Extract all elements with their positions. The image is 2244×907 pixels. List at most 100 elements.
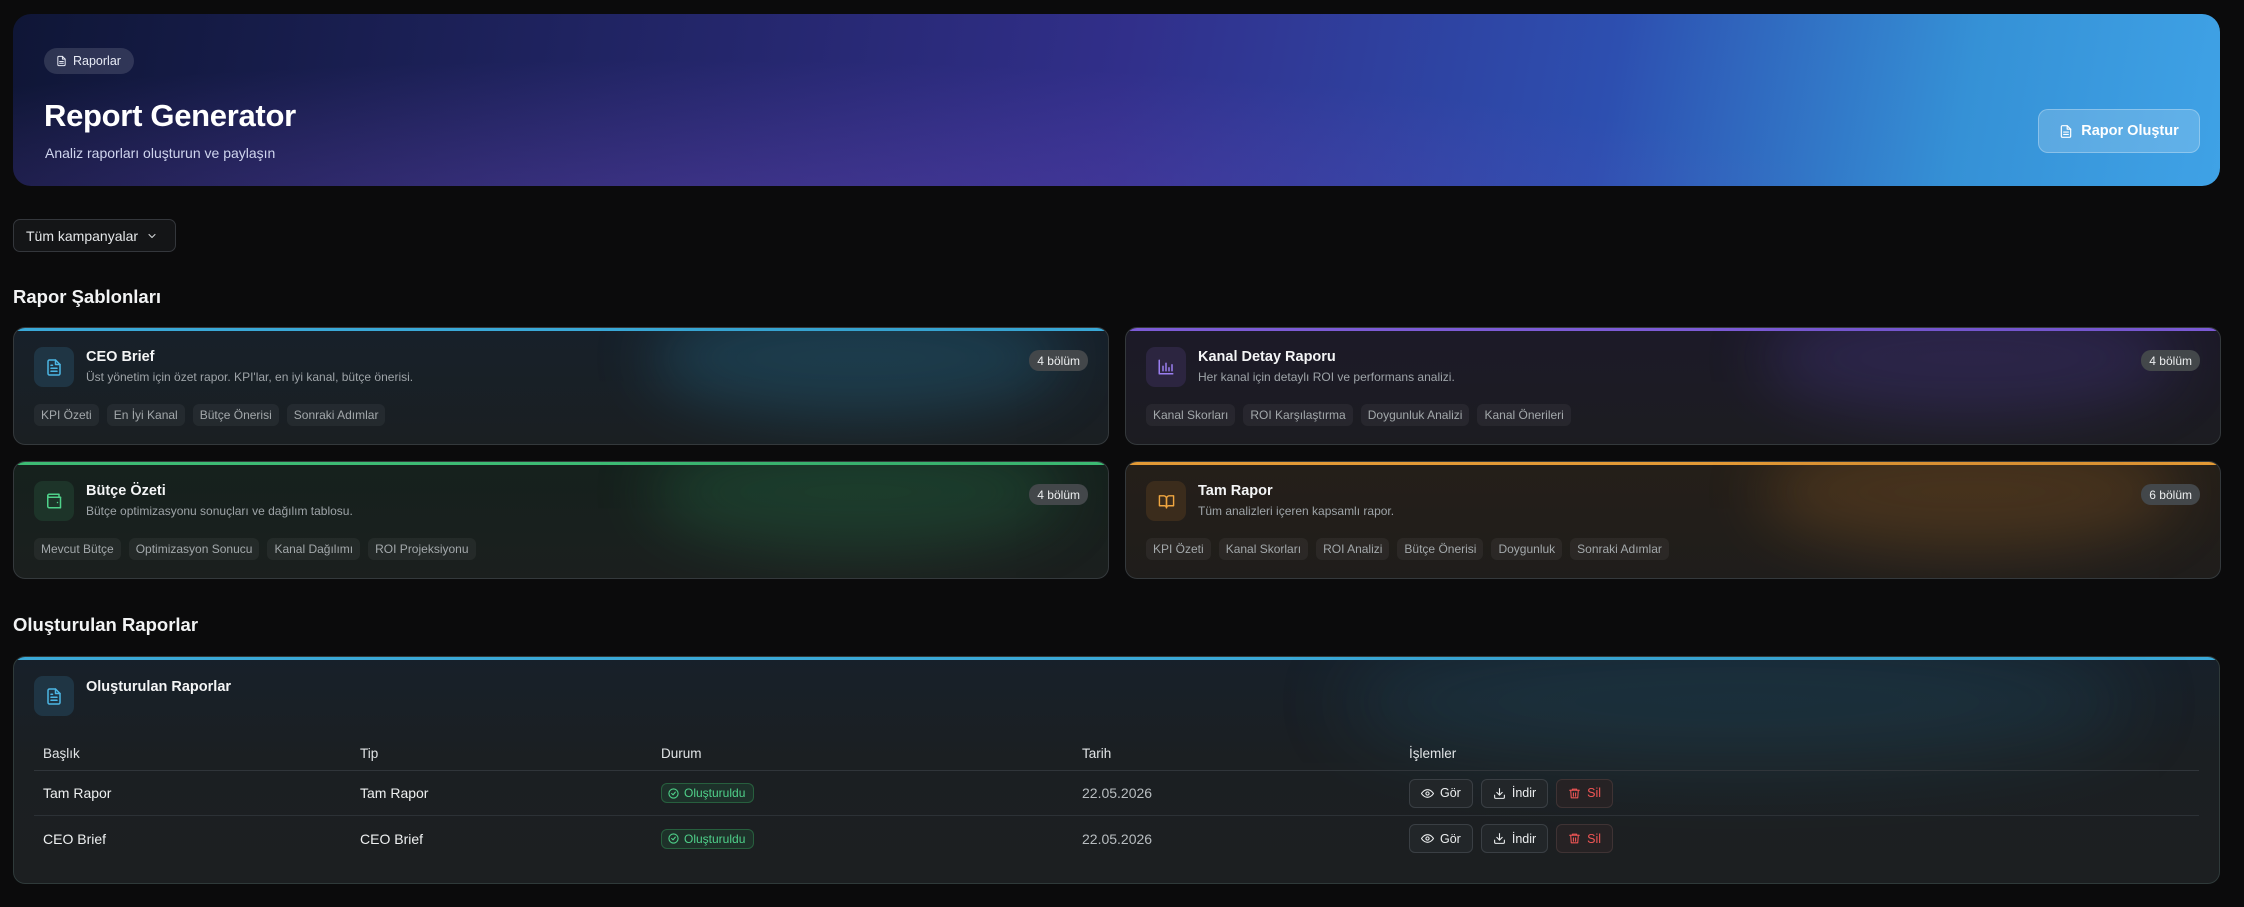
tag: Sonraki Adımlar xyxy=(1570,538,1669,560)
document-icon xyxy=(34,676,74,716)
view-button[interactable]: Gör xyxy=(1409,824,1473,853)
templates-section-title: Rapor Şablonları xyxy=(13,286,162,307)
section-count-badge: 4 bölüm xyxy=(2141,350,2200,371)
column-header: Tarih xyxy=(1082,745,1112,761)
bar-chart-icon xyxy=(1146,347,1186,387)
tag: ROI Karşılaştırma xyxy=(1243,404,1353,426)
tag: En İyi Kanal xyxy=(106,404,185,426)
status-badge: Oluşturuldu xyxy=(661,828,755,849)
reports-table: Başlık Tip Durum Tarih İşlemler Tam Rapo… xyxy=(34,736,2199,861)
table-row: CEO Brief CEO Brief Oluşturuldu 22.05.20… xyxy=(34,816,2199,861)
delete-label: Sil xyxy=(1587,831,1602,846)
download-button[interactable]: İndir xyxy=(1480,778,1549,808)
reports-section-title: Oluşturulan Raporlar xyxy=(13,614,199,635)
create-report-label: Rapor Oluştur xyxy=(2081,123,2179,139)
tag: Kanal Skorları xyxy=(1146,404,1236,426)
report-date: 22.05.2026 xyxy=(1082,830,1153,847)
column-header: Tip xyxy=(360,745,379,761)
card-tags: KPI Özeti Kanal Skorları ROI Analizi Büt… xyxy=(1146,538,1669,560)
template-card-tam-rapor[interactable]: Tam Rapor Tüm analizleri içeren kapsamlı… xyxy=(1125,461,2221,579)
book-icon xyxy=(1146,481,1186,521)
tag: Doygunluk Analizi xyxy=(1360,404,1470,426)
hero-banner: Raporlar Report Generator Analiz raporla… xyxy=(13,14,2220,186)
panel-title: Oluşturulan Raporlar xyxy=(86,679,232,695)
report-title: Tam Rapor xyxy=(43,785,112,801)
template-card-ceo-brief[interactable]: CEO Brief Üst yönetim için özet rapor. K… xyxy=(13,327,1109,445)
card-title: Kanal Detay Raporu xyxy=(1198,349,1336,365)
tag: Kanal Dağılımı xyxy=(267,538,361,560)
tag: Kanal Skorları xyxy=(1218,538,1309,560)
tag: Sonraki Adımlar xyxy=(286,404,386,426)
template-card-kanal-detay[interactable]: Kanal Detay Raporu Her kanal için detayl… xyxy=(1125,327,2221,445)
tag: KPI Özeti xyxy=(1146,538,1211,560)
document-icon xyxy=(2059,124,2073,139)
document-icon xyxy=(56,55,67,67)
download-button[interactable]: İndir xyxy=(1480,824,1549,853)
breadcrumb-label: Raporlar xyxy=(73,54,121,68)
document-icon xyxy=(34,347,74,387)
campaign-filter-value: Tüm kampanyalar xyxy=(26,227,139,244)
tag: Kanal Önerileri xyxy=(1477,404,1571,426)
section-count-badge: 6 bölüm xyxy=(2141,484,2200,505)
view-button[interactable]: Gör xyxy=(1409,778,1473,808)
trash-icon xyxy=(1568,787,1581,800)
card-tags: Kanal Skorları ROI Karşılaştırma Doygunl… xyxy=(1146,404,1571,426)
tag: KPI Özeti xyxy=(34,404,99,426)
card-tags: Mevcut Bütçe Optimizasyon Sonucu Kanal D… xyxy=(34,538,476,560)
tag: Optimizasyon Sonucu xyxy=(128,538,260,560)
column-header: Durum xyxy=(661,745,702,761)
trash-icon xyxy=(1568,832,1581,845)
tag: ROI Analizi xyxy=(1316,538,1390,560)
card-tags: KPI Özeti En İyi Kanal Bütçe Önerisi Son… xyxy=(34,404,386,426)
report-date: 22.05.2026 xyxy=(1082,785,1153,801)
card-description: Her kanal için detaylı ROI ve performans… xyxy=(1198,370,1455,384)
tag: Bütçe Önerisi xyxy=(192,404,279,426)
card-description: Bütçe optimizasyonu sonuçları ve dağılım… xyxy=(86,504,353,518)
tag: Mevcut Bütçe xyxy=(34,538,121,560)
page-subtitle: Analiz raporları oluşturun ve paylaşın xyxy=(45,145,276,161)
report-type: CEO Brief xyxy=(360,830,424,847)
column-header: Başlık xyxy=(43,745,80,761)
download-icon xyxy=(1493,832,1506,845)
breadcrumb[interactable]: Raporlar xyxy=(44,48,134,74)
card-description: Tüm analizleri içeren kapsamlı rapor. xyxy=(1198,504,1395,518)
status-label: Oluşturuldu xyxy=(684,831,746,846)
delete-label: Sil xyxy=(1587,786,1602,800)
row-actions: Gör İndir Sil xyxy=(1409,778,1614,808)
card-title: CEO Brief xyxy=(86,349,155,365)
table-row: Tam Rapor Tam Rapor Oluşturuldu 22.05.20… xyxy=(34,771,2199,816)
generated-reports-panel: Oluşturulan Raporlar Başlık Tip Durum Ta… xyxy=(13,656,2220,884)
template-card-butce-ozeti[interactable]: Bütçe Özeti Bütçe optimizasyonu sonuçlar… xyxy=(13,461,1109,579)
check-circle-icon xyxy=(668,787,679,799)
delete-button[interactable]: Sil xyxy=(1556,824,1614,853)
tag: ROI Projeksiyonu xyxy=(368,538,476,560)
eye-icon xyxy=(1421,832,1434,845)
download-icon xyxy=(1493,787,1506,800)
section-count-badge: 4 bölüm xyxy=(1029,484,1088,505)
report-type: Tam Rapor xyxy=(360,785,429,801)
check-circle-icon xyxy=(668,833,679,844)
delete-button[interactable]: Sil xyxy=(1556,778,1614,808)
tag: Bütçe Önerisi xyxy=(1397,538,1484,560)
report-title: CEO Brief xyxy=(43,830,107,847)
status-label: Oluşturuldu xyxy=(684,786,746,800)
page-title: Report Generator xyxy=(44,98,296,133)
table-header: Başlık Tip Durum Tarih İşlemler xyxy=(34,736,2199,771)
eye-icon xyxy=(1421,787,1434,800)
status-badge: Oluşturuldu xyxy=(661,783,755,803)
view-label: Gör xyxy=(1440,786,1461,800)
campaign-filter-select[interactable]: Tüm kampanyalar xyxy=(13,219,176,252)
section-count-badge: 4 bölüm xyxy=(1029,350,1088,371)
row-actions: Gör İndir Sil xyxy=(1409,824,1614,853)
chevron-down-icon xyxy=(146,230,158,242)
download-label: İndir xyxy=(1511,831,1537,846)
card-title: Tam Rapor xyxy=(1198,483,1273,499)
wallet-icon xyxy=(34,481,74,521)
column-header: İşlemler xyxy=(1409,745,1457,761)
create-report-button[interactable]: Rapor Oluştur xyxy=(2038,109,2200,153)
card-description: Üst yönetim için özet rapor. KPI'lar, en… xyxy=(86,370,414,384)
view-label: Gör xyxy=(1440,831,1461,846)
download-label: İndir xyxy=(1511,786,1537,800)
tag: Doygunluk xyxy=(1491,538,1563,560)
card-title: Bütçe Özeti xyxy=(86,483,166,499)
